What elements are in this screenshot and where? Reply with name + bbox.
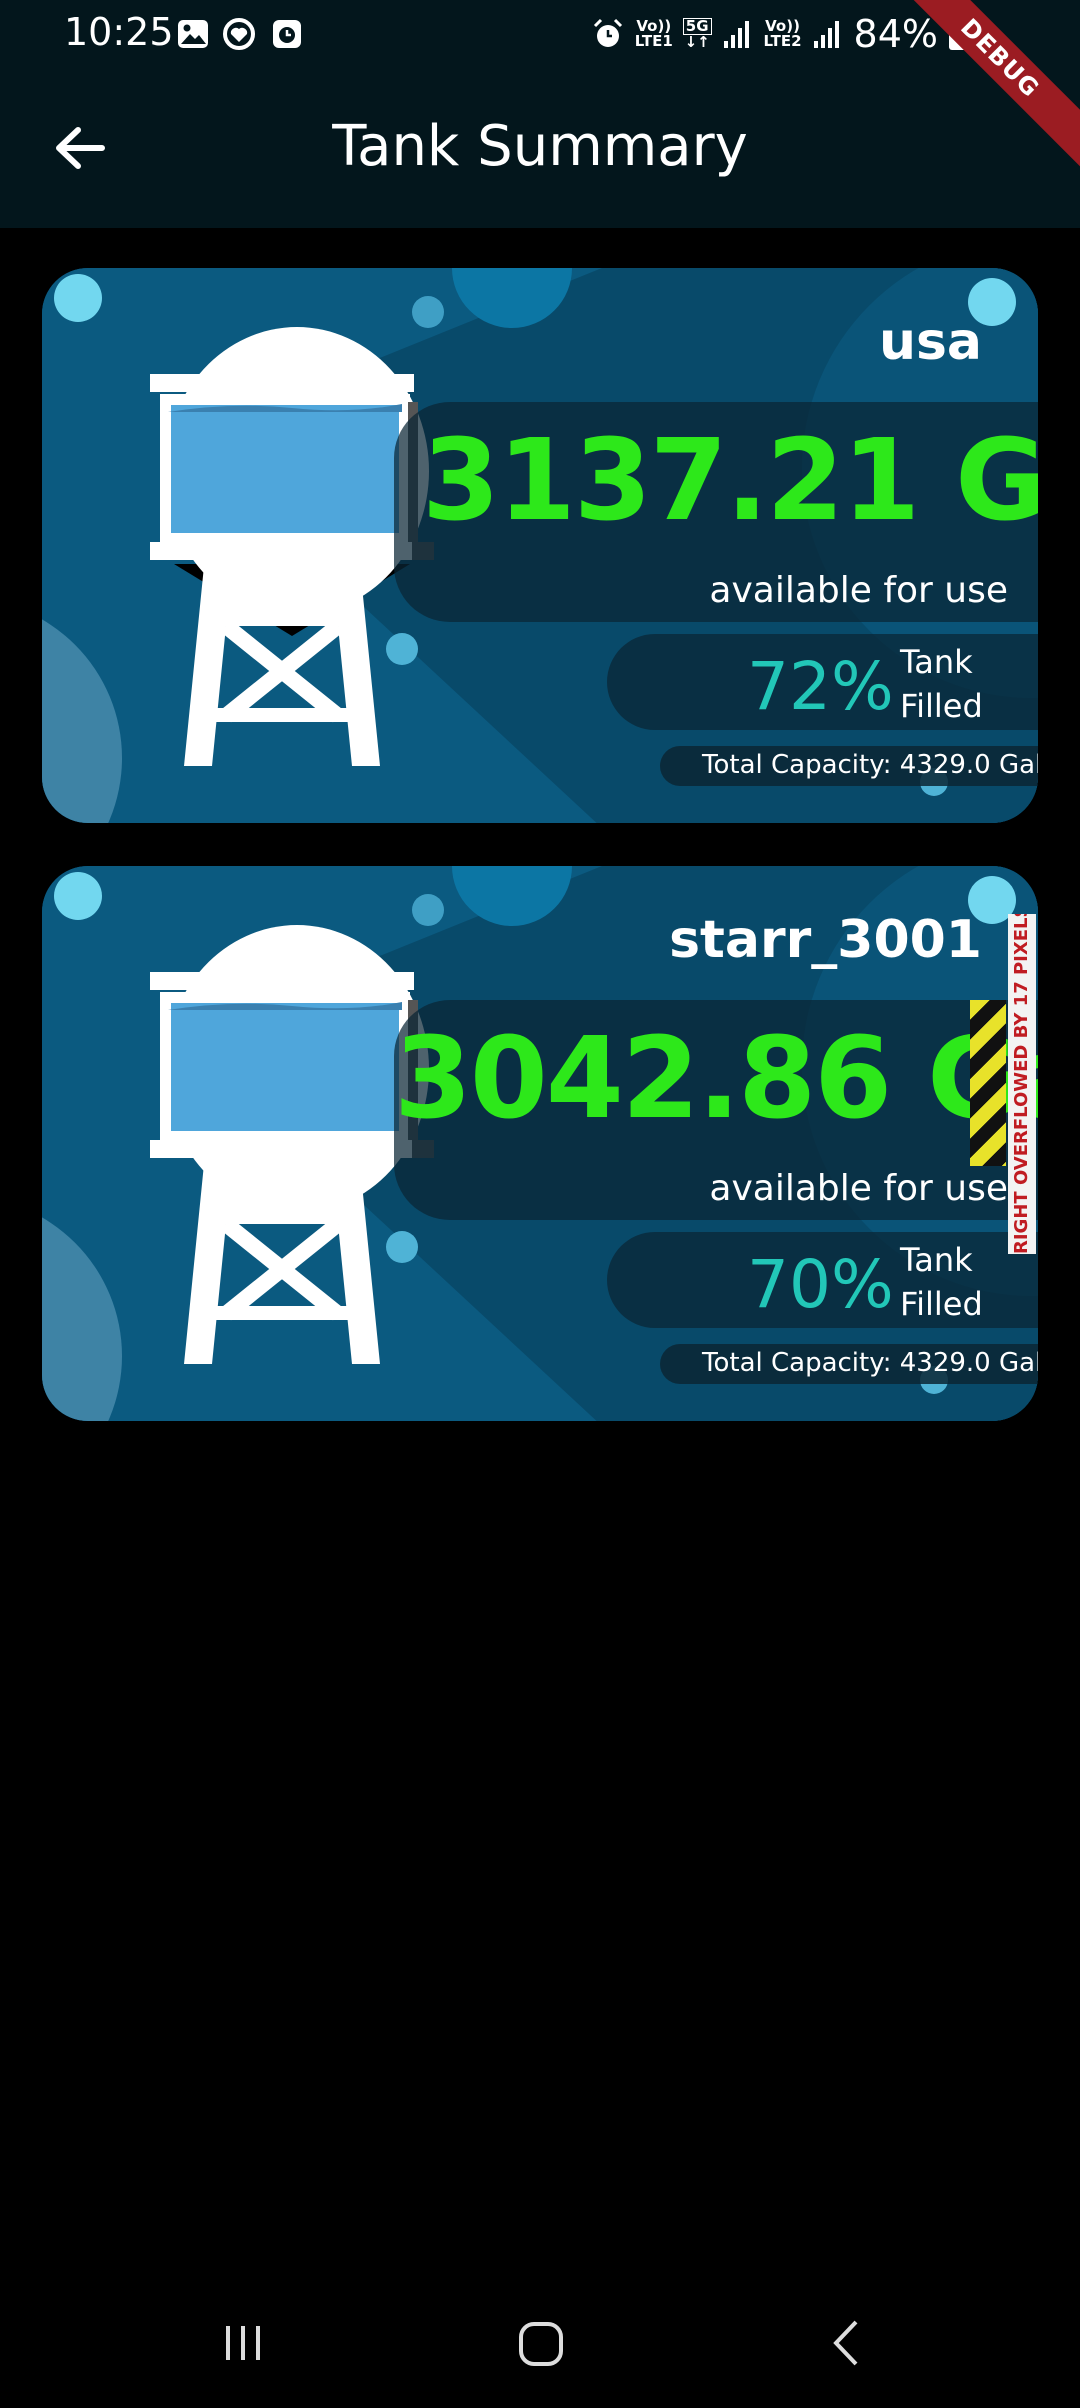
back-chevron-icon[interactable] (822, 2318, 872, 2368)
tank-card-starr-3001[interactable]: starr_3001 3042.86 Gal available for use… (42, 866, 1038, 1421)
volte2-indicator: Vo)) LTE2 (763, 17, 802, 50)
recents-icon[interactable] (218, 2318, 268, 2368)
system-nav-bar (0, 2280, 1080, 2408)
5g-indicator: 5G ↓↑ (682, 17, 712, 51)
clock-app-icon (273, 20, 301, 48)
battery-percent: 84% (853, 12, 938, 56)
available-amount: 3042.86 Gal (394, 1014, 1038, 1144)
total-capacity: Total Capacity: 4329.0 Gal (702, 750, 1038, 780)
home-icon[interactable] (516, 2318, 566, 2368)
signal-2-icon (813, 21, 839, 48)
page-title: Tank Summary (332, 114, 748, 179)
status-bar: 10:25 Vo)) LTE1 5G ↓↑ Vo)) LTE2 84% DEBU… (0, 0, 1080, 179)
tank-name: usa (878, 312, 982, 372)
available-amount: 3137.21 Gal (422, 416, 1038, 546)
available-label: available for use (709, 1168, 1008, 1209)
overflow-warning: RIGHT OVERFLOWED BY 17 PIXELS (1008, 914, 1036, 1254)
total-capacity: Total Capacity: 4329.0 Gal (702, 1348, 1038, 1378)
app-bar: Tank Summary (0, 68, 1080, 228)
tank-filled-label: Tank Filled (900, 1241, 983, 1323)
status-time: 10:25 (64, 10, 174, 54)
tank-card-usa[interactable]: usa 3137.21 Gal available for use 72% Ta… (42, 268, 1038, 823)
smart-things-icon (223, 18, 255, 50)
fill-percent: 70% (747, 1246, 894, 1323)
signal-1-icon (723, 21, 749, 48)
available-label: available for use (709, 570, 1008, 611)
overflow-stripe (970, 1000, 1006, 1166)
alarm-icon (593, 18, 622, 47)
status-right-group: Vo)) LTE1 5G ↓↑ Vo)) LTE2 84% (591, 12, 970, 56)
fill-percent: 72% (747, 648, 894, 725)
tank-filled-label: Tank Filled (900, 643, 983, 725)
tank-name: starr_3001 (669, 910, 982, 970)
volte1-indicator: Vo)) LTE1 (634, 17, 673, 50)
gallery-icon (178, 20, 208, 48)
